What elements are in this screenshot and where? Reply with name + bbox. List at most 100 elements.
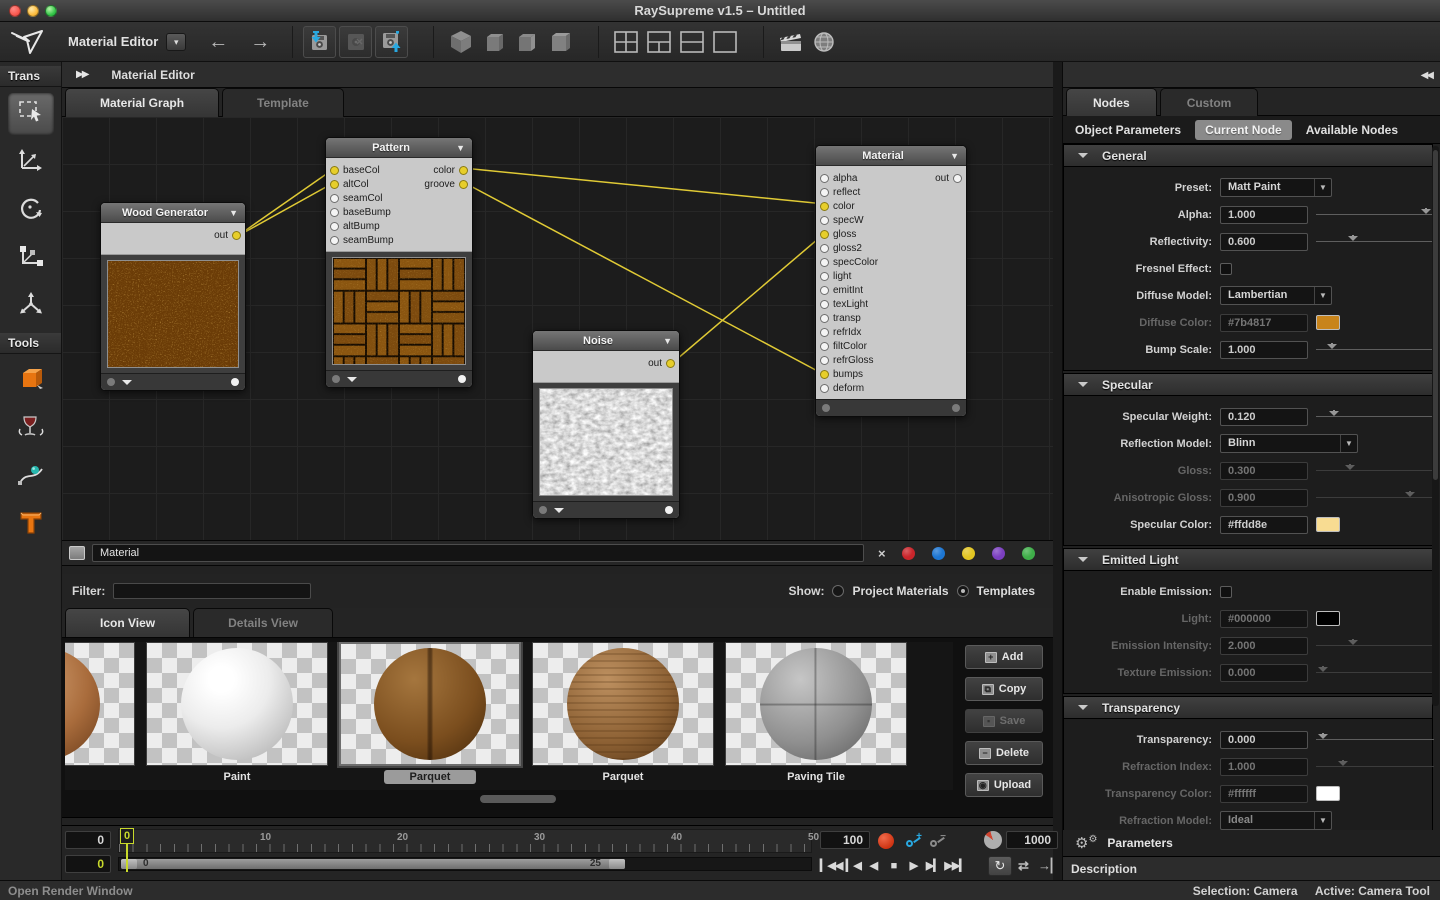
node-header[interactable]: Material▼ <box>816 146 966 166</box>
slider-thumb[interactable] <box>1327 344 1337 354</box>
editor-mode-selector[interactable]: Material Editor ▾ <box>68 33 186 51</box>
rotate-tool[interactable] <box>8 189 54 231</box>
subtab-object-parameters[interactable]: Object Parameters <box>1075 123 1181 137</box>
input-port-reflect[interactable]: reflect <box>820 187 860 198</box>
layout-quad-icon[interactable] <box>609 26 642 58</box>
cube-side-icon[interactable] <box>510 26 543 58</box>
param-number-field[interactable]: 0.600 <box>1220 233 1308 251</box>
text-tool[interactable] <box>8 504 54 546</box>
section-collapse-icon[interactable] <box>1078 382 1088 392</box>
jump-start-button[interactable]: ▎◀◀ <box>820 857 842 875</box>
param-number-field[interactable]: 0.000 <box>1220 664 1308 682</box>
slider-thumb[interactable] <box>1348 236 1358 246</box>
input-port-color[interactable]: color <box>820 201 855 212</box>
tab-nodes[interactable]: Nodes <box>1066 88 1157 117</box>
color-tag-dot-3[interactable] <box>992 547 1005 560</box>
input-port-altBump[interactable]: altBump <box>330 221 380 232</box>
param-slider[interactable] <box>1316 639 1434 652</box>
total-frames-field[interactable]: 1000 <box>1006 831 1058 849</box>
input-port-seamBump[interactable]: seamBump <box>330 235 394 246</box>
vertical-scrollbar[interactable] <box>1432 146 1439 706</box>
input-port-texLight[interactable]: texLight <box>820 299 868 310</box>
chevron-down-icon[interactable]: ▼ <box>229 208 238 218</box>
close-icon[interactable]: × <box>878 546 886 561</box>
param-slider[interactable] <box>1316 235 1434 248</box>
footer-expand-icon[interactable] <box>347 377 357 387</box>
param-number-field[interactable]: 1.000 <box>1220 341 1308 359</box>
input-port-refrGloss[interactable]: refrGloss <box>820 355 874 366</box>
param-number-field[interactable]: 0.300 <box>1220 462 1308 480</box>
param-color-value[interactable]: #7b4817 <box>1220 314 1308 332</box>
color-tag-dot-2[interactable] <box>962 547 975 560</box>
input-port-baseCol[interactable]: baseCol <box>330 165 380 176</box>
footer-dot-left[interactable] <box>539 506 547 514</box>
box-tool[interactable] <box>8 360 54 402</box>
range-fill[interactable]: 0 25 <box>121 859 625 869</box>
cube-front-icon[interactable] <box>477 26 510 58</box>
record-button[interactable] <box>878 833 894 849</box>
material-name-input[interactable]: Material <box>92 544 864 562</box>
move-tool[interactable] <box>8 141 54 183</box>
input-port-refrIdx[interactable]: refrIdx <box>820 327 861 338</box>
footer-dot-left[interactable] <box>107 378 115 386</box>
section-collapse-icon[interactable] <box>1078 153 1088 163</box>
save-import-icon[interactable] <box>303 26 336 58</box>
end-frame-field[interactable]: 100 <box>820 831 870 849</box>
output-port-out[interactable]: out <box>648 356 675 370</box>
param-number-field[interactable]: 1.000 <box>1220 758 1308 776</box>
editor-mode-dropdown-icon[interactable]: ▾ <box>166 33 186 51</box>
node-wood-generator[interactable]: Wood Generator▼out <box>100 202 246 391</box>
param-color-value[interactable]: #000000 <box>1220 610 1308 628</box>
playhead-marker[interactable]: 0 <box>120 828 134 844</box>
footer-dot-right[interactable] <box>665 506 673 514</box>
input-port-gloss2[interactable]: gloss2 <box>820 243 862 254</box>
slider-thumb[interactable] <box>1318 734 1328 744</box>
param-color-swatch[interactable] <box>1316 611 1340 626</box>
footer-dot-right[interactable] <box>952 404 960 412</box>
tab-template[interactable]: Template <box>222 88 344 117</box>
tab-details-view[interactable]: Details View <box>193 608 333 637</box>
output-port-out[interactable]: out <box>935 171 962 185</box>
material-item-paint[interactable]: Paint <box>146 642 328 790</box>
input-port-specColor[interactable]: specColor <box>820 257 878 268</box>
param-color-swatch[interactable] <box>1316 315 1340 330</box>
input-port-gloss[interactable]: gloss <box>820 229 856 240</box>
color-tag-dot-0[interactable] <box>902 547 915 560</box>
node-header[interactable]: Pattern▼ <box>326 138 472 158</box>
pivot-tool[interactable] <box>8 285 54 327</box>
tab-custom[interactable]: Custom <box>1160 88 1259 117</box>
chevron-down-icon[interactable]: ▼ <box>663 336 672 346</box>
remove-keyframe-icon[interactable]: − <box>928 833 946 849</box>
input-port-transp[interactable]: transp <box>820 313 861 324</box>
render-clapper-icon[interactable] <box>774 26 807 58</box>
output-port-groove[interactable]: groove <box>424 177 468 191</box>
play-button[interactable]: ▶ <box>904 857 922 875</box>
param-number-field[interactable]: 0.120 <box>1220 408 1308 426</box>
param-color-swatch[interactable] <box>1316 517 1340 532</box>
range-end-handle[interactable] <box>609 859 625 869</box>
timeline-range-bar[interactable]: 0 25 <box>118 857 812 871</box>
slider-thumb[interactable] <box>1318 667 1328 677</box>
footer-dot-right[interactable] <box>458 375 466 383</box>
cube-persp-icon[interactable] <box>444 26 477 58</box>
input-port-emitInt[interactable]: emitInt <box>820 285 863 296</box>
chevron-down-icon[interactable]: ▼ <box>950 151 959 161</box>
step-back-button[interactable]: ◀ <box>864 857 882 875</box>
material-item-paving-tile[interactable]: Paving Tile <box>725 642 907 790</box>
layout-single-icon[interactable] <box>708 26 741 58</box>
param-slider[interactable] <box>1316 208 1434 221</box>
input-port-specW[interactable]: specW <box>820 215 864 226</box>
node-graph-canvas[interactable]: Wood Generator▼outPattern▼baseColcoloral… <box>62 117 1053 540</box>
color-tag-dot-4[interactable] <box>1022 547 1035 560</box>
param-checkbox[interactable] <box>1220 586 1232 598</box>
panel-expand-icon[interactable]: ▶▶ <box>76 69 87 80</box>
param-number-field[interactable]: 1.000 <box>1220 206 1308 224</box>
color-tag-dot-1[interactable] <box>932 547 945 560</box>
footer-dot-right[interactable] <box>231 378 239 386</box>
footer-dot-left[interactable] <box>332 375 340 383</box>
select-tool[interactable] <box>8 93 54 135</box>
slider-thumb[interactable] <box>1338 761 1348 771</box>
param-checkbox[interactable] <box>1220 263 1232 275</box>
node-header[interactable]: Wood Generator▼ <box>101 203 245 223</box>
play-to-end-icon[interactable]: →▏ <box>1038 858 1061 874</box>
